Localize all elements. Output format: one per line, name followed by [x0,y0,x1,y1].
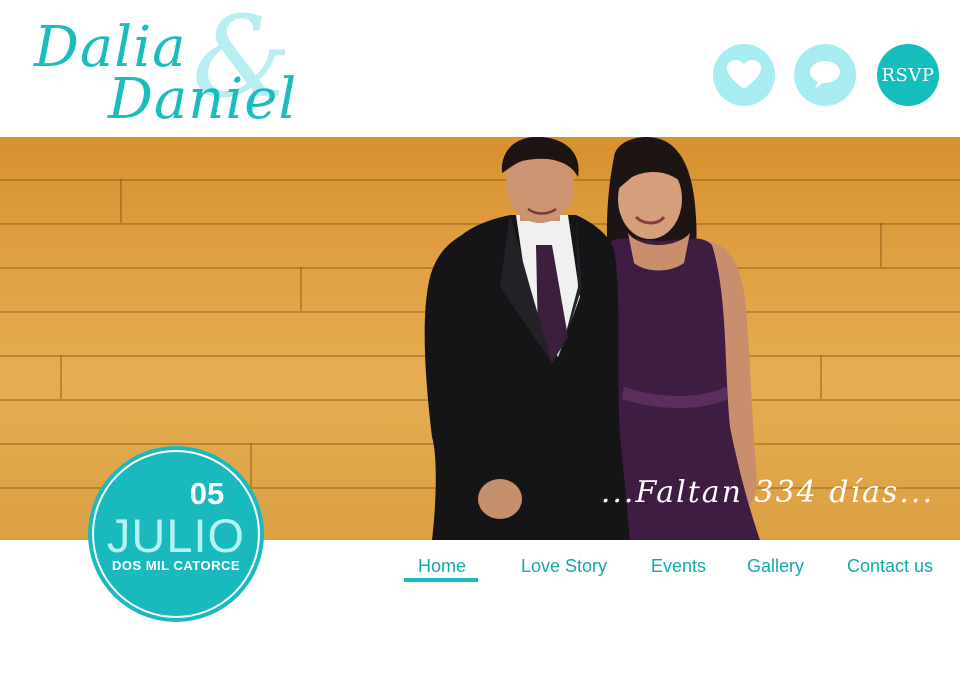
nav-item-contact-us[interactable]: Contact us [847,556,933,577]
rsvp-button[interactable]: RSVP [877,44,939,106]
nav-active-indicator [404,578,478,582]
nav-item-love-story[interactable]: Love Story [521,556,607,577]
nav-item-events[interactable]: Events [651,556,706,577]
rsvp-label: RSVP [881,64,935,86]
site-header: & Dalia Daniel RSVP [0,0,960,137]
speech-bubble-icon [810,61,840,89]
heart-icon [727,60,761,89]
couple-logo[interactable]: & Dalia Daniel [34,2,304,132]
logo-name-groom: Daniel [108,67,298,132]
main-nav: Home Love Story Events Gallery Contact u… [0,540,960,600]
nav-item-gallery[interactable]: Gallery [747,556,804,577]
countdown-text: ...Faltan 334 días... [600,475,934,510]
love-button[interactable] [713,44,775,106]
nav-item-home[interactable]: Home [418,556,466,577]
badge-day: 05 [189,476,225,511]
message-button[interactable] [794,44,856,106]
